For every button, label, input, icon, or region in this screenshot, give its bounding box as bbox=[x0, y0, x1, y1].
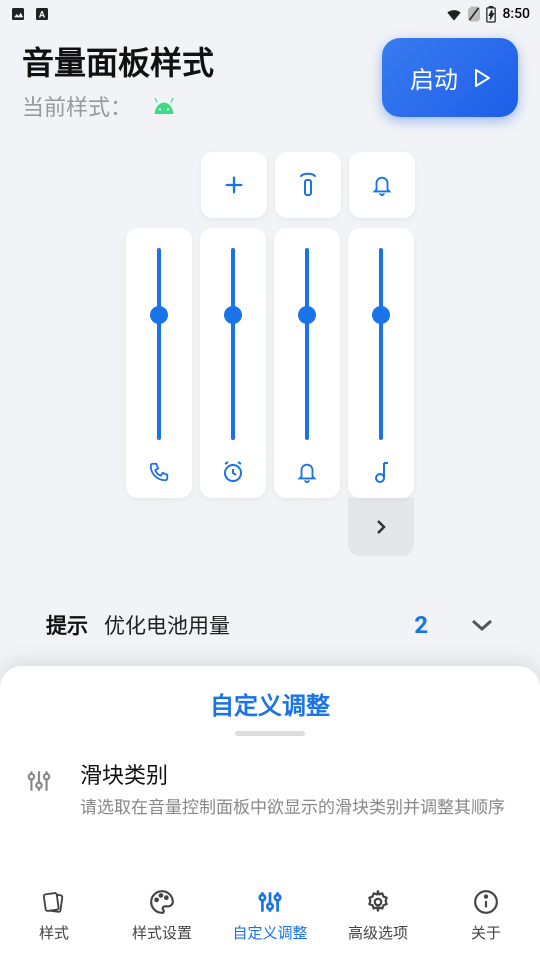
picture-icon bbox=[10, 6, 26, 22]
nav-label: 样式设置 bbox=[132, 922, 192, 943]
start-button[interactable]: 启动 bbox=[382, 38, 518, 117]
slider-call[interactable] bbox=[126, 228, 192, 498]
info-icon bbox=[473, 888, 499, 916]
palette-icon bbox=[149, 888, 175, 916]
status-bar: A 8:50 bbox=[0, 0, 540, 28]
wifi-icon bbox=[446, 7, 462, 21]
nav-style-settings[interactable]: 样式设置 bbox=[108, 870, 216, 960]
setting-desc: 请选取在音量控制面板中欲显示的滑块类别并调整其顺序 bbox=[80, 796, 516, 822]
slider-thumb[interactable] bbox=[224, 306, 242, 324]
add-stream-button[interactable] bbox=[201, 152, 267, 218]
sheet-title: 自定义调整 bbox=[0, 666, 540, 731]
slider-ring[interactable] bbox=[274, 228, 340, 498]
remote-icon bbox=[296, 172, 320, 198]
setting-text: 滑块类别 请选取在音量控制面板中欲显示的滑块类别并调整其顺序 bbox=[80, 758, 516, 822]
nav-styles[interactable]: 样式 bbox=[0, 870, 108, 960]
tip-row[interactable]: 提示 优化电池用量 2 bbox=[0, 610, 540, 640]
top-icons-row bbox=[201, 152, 415, 218]
slider-media[interactable] bbox=[348, 228, 414, 498]
status-right: 8:50 bbox=[446, 6, 530, 23]
slider-track[interactable] bbox=[305, 248, 309, 440]
header-left: 音量面板样式 当前样式： bbox=[22, 38, 382, 122]
note-icon bbox=[372, 458, 390, 486]
status-left: A bbox=[10, 6, 50, 22]
cast-button[interactable] bbox=[275, 152, 341, 218]
phone-icon bbox=[148, 458, 170, 486]
slider-alarm[interactable] bbox=[200, 228, 266, 498]
alarm-icon bbox=[221, 458, 245, 486]
volume-panel-preview bbox=[0, 122, 540, 556]
sim-icon bbox=[468, 6, 480, 22]
battery-icon bbox=[486, 6, 496, 23]
expand-button[interactable] bbox=[348, 498, 414, 556]
android-icon bbox=[150, 98, 178, 114]
bell-icon bbox=[296, 458, 318, 486]
slider-thumb[interactable] bbox=[298, 306, 316, 324]
slider-category-setting[interactable]: 滑块类别 请选取在音量控制面板中欲显示的滑块类别并调整其顺序 bbox=[0, 736, 540, 822]
page-title: 音量面板样式 bbox=[22, 38, 382, 84]
setting-title: 滑块类别 bbox=[80, 758, 516, 790]
nav-label: 关于 bbox=[471, 922, 501, 943]
svg-text:A: A bbox=[39, 9, 46, 20]
slider-track[interactable] bbox=[157, 248, 161, 440]
sliders-icon bbox=[24, 768, 54, 794]
font-icon: A bbox=[34, 6, 50, 22]
nav-label: 自定义调整 bbox=[232, 922, 307, 943]
sliders-icon bbox=[257, 888, 283, 916]
slider-thumb[interactable] bbox=[372, 306, 390, 324]
chevron-right-icon bbox=[375, 518, 387, 536]
customize-sheet: 自定义调整 滑块类别 请选取在音量控制面板中欲显示的滑块类别并调整其顺序 样式 … bbox=[0, 666, 540, 960]
nav-advanced[interactable]: 高级选项 bbox=[324, 870, 432, 960]
slider-thumb[interactable] bbox=[150, 306, 168, 324]
chevron-down-icon bbox=[470, 618, 494, 632]
status-time: 8:50 bbox=[502, 6, 530, 22]
nav-label: 样式 bbox=[39, 922, 69, 943]
tip-count: 2 bbox=[414, 611, 428, 639]
slider-track[interactable] bbox=[379, 248, 383, 440]
sliders-row bbox=[126, 228, 414, 498]
tip-text: 优化电池用量 bbox=[104, 610, 398, 640]
cards-icon bbox=[41, 888, 67, 916]
nav-label: 高级选项 bbox=[348, 922, 408, 943]
bottom-nav: 样式 样式设置 自定义调整 高级选项 关于 bbox=[0, 870, 540, 960]
current-style-label: 当前样式： bbox=[22, 90, 132, 122]
start-button-label: 启动 bbox=[410, 60, 458, 95]
gear-icon bbox=[365, 888, 391, 916]
slider-track[interactable] bbox=[231, 248, 235, 440]
nav-about[interactable]: 关于 bbox=[432, 870, 540, 960]
bell-icon bbox=[371, 173, 393, 197]
ringer-button[interactable] bbox=[349, 152, 415, 218]
tip-label: 提示 bbox=[46, 610, 88, 640]
add-icon bbox=[223, 174, 245, 196]
play-icon bbox=[474, 69, 490, 87]
subtitle-row: 当前样式： bbox=[22, 90, 382, 122]
nav-customize[interactable]: 自定义调整 bbox=[216, 870, 324, 960]
header: 音量面板样式 当前样式： 启动 bbox=[0, 28, 540, 122]
